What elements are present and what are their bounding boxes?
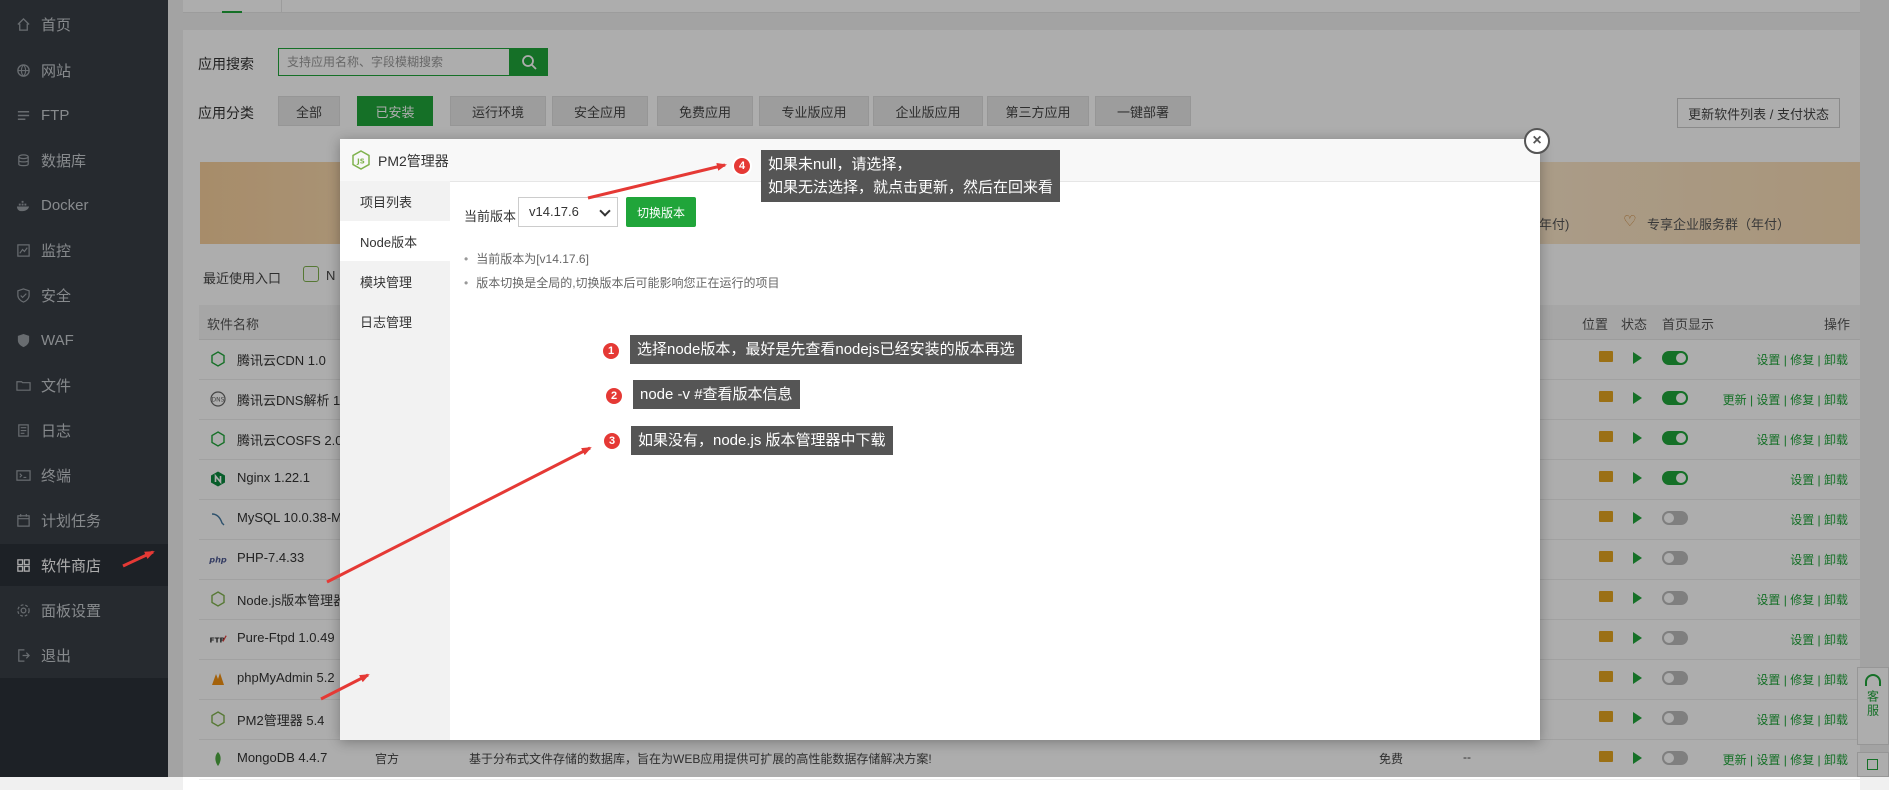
step-badge-2: 2	[604, 386, 624, 406]
close-button[interactable]: ×	[1524, 128, 1550, 154]
tip-current-version: 当前版本为[v14.17.6]	[464, 250, 589, 267]
selected-version: v14.17.6	[529, 204, 579, 219]
switch-version-button[interactable]: 切换版本	[626, 197, 696, 227]
chevron-down-icon	[599, 205, 611, 217]
tip-global-switch: 版本切换是全局的,切换版本后可能影响您正在运行的项目	[464, 274, 779, 291]
annotation-note-3: 如果没有，node.js 版本管理器中下载	[631, 426, 893, 455]
pm2-manager-dialog: JS PM2管理器 项目列表 Node版本 模块管理 日志管理 当前版本 v14…	[340, 139, 1540, 740]
annotation-note-1: 选择node版本，最好是先查看nodejs已经安装的版本再选	[630, 335, 1022, 364]
menu-node-version[interactable]: Node版本	[340, 221, 450, 261]
menu-module-management[interactable]: 模块管理	[340, 261, 450, 301]
annotation-note-2: node -v #查看版本信息	[633, 380, 800, 409]
step-badge-1: 1	[601, 341, 621, 361]
dialog-title: PM2管理器	[378, 153, 449, 169]
annotation-note-4: 如果未null，请选择， 如果无法选择，就点击更新，然后在回来看	[761, 150, 1061, 202]
current-version-label: 当前版本	[464, 209, 517, 224]
nodejs-icon: JS	[352, 150, 370, 170]
dialog-menu: 项目列表 Node版本 模块管理 日志管理	[340, 181, 450, 740]
annotation-note-4-line-1: 如果未null，请选择，	[768, 156, 912, 173]
step-badge-4: 4	[732, 156, 752, 176]
menu-log-management[interactable]: 日志管理	[340, 301, 450, 341]
svg-text:JS: JS	[356, 158, 365, 166]
menu-project-list[interactable]: 项目列表	[340, 181, 450, 221]
step-badge-3: 3	[602, 431, 622, 451]
annotation-note-4-line-2: 如果无法选择，就点击更新，然后在回来看	[768, 179, 1054, 196]
node-version-select[interactable]: v14.17.6	[518, 197, 618, 227]
